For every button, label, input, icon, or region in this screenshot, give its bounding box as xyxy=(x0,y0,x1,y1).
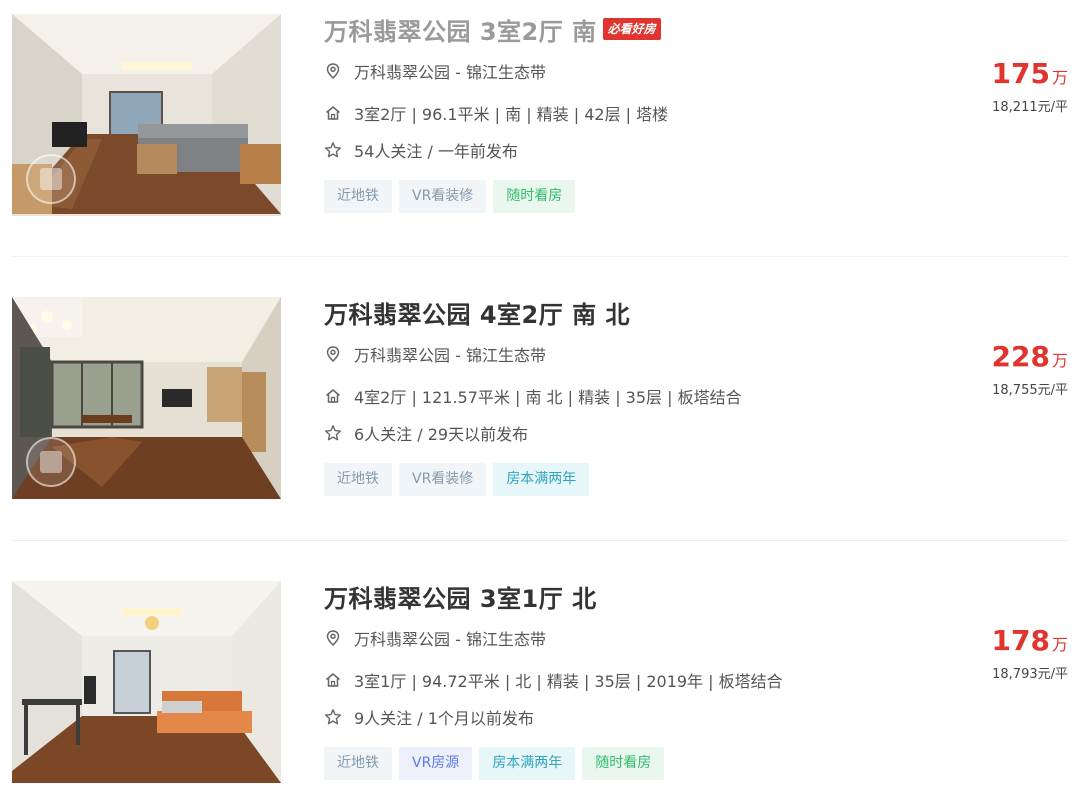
address-link[interactable]: 万科翡翠公园 - 锦江生态带 xyxy=(354,342,546,366)
details-text: 4室2厅 | 121.57平米 | 南 北 | 精装 | 35层 | 板塔结合 xyxy=(354,388,742,407)
unit-price: 18,211元/平 xyxy=(992,100,1068,115)
listing-details: 4室2厅 | 121.57平米 | 南 北 | 精装 | 35层 | 板塔结合 xyxy=(324,384,742,408)
price-unit: 万 xyxy=(1051,351,1068,370)
total-price: 175 xyxy=(991,57,1050,90)
total-price: 228 xyxy=(991,340,1050,373)
house-icon xyxy=(324,387,342,405)
listing-follow-info: 9人关注 / 1个月以前发布 xyxy=(324,705,534,729)
listing-card[interactable]: 万科翡翠公园 3室1厅 北 万科翡翠公园 - 锦江生态带 3室1厅 | 94.7… xyxy=(12,581,1068,783)
price-block: 178 万 18,793元/平 xyxy=(992,624,1068,682)
vr-panorama-icon xyxy=(26,437,76,487)
tag: 近地铁 xyxy=(324,180,392,213)
house-icon xyxy=(324,104,342,122)
details-text: 3室1厅 | 94.72平米 | 北 | 精装 | 35层 | 2019年 | … xyxy=(354,672,783,691)
tag: 随时看房 xyxy=(582,747,665,780)
follow-text: 9人关注 / 1个月以前发布 xyxy=(354,709,534,728)
follow-text: 6人关注 / 29天以前发布 xyxy=(354,425,529,444)
listing-follow-info: 6人关注 / 29天以前发布 xyxy=(324,421,528,445)
location-pin-icon xyxy=(324,62,342,80)
tag: 房本满两年 xyxy=(493,463,590,496)
listing-title[interactable]: 万科翡翠公园 3室2厅 南 xyxy=(324,12,597,47)
listing-title[interactable]: 万科翡翠公园 3室1厅 北 xyxy=(324,579,597,614)
follow-text: 54人关注 / 一年前发布 xyxy=(354,142,518,161)
tag: VR看装修 xyxy=(399,463,487,496)
divider xyxy=(12,540,1068,541)
listing-tags: 近地铁 VR看装修 随时看房 xyxy=(324,180,576,213)
address-link[interactable]: 万科翡翠公园 - 锦江生态带 xyxy=(354,59,546,83)
listing-title-row: 万科翡翠公园 3室2厅 南 必看好房 xyxy=(324,12,661,46)
total-price: 178 xyxy=(991,624,1050,657)
price-unit: 万 xyxy=(1051,635,1068,654)
tag: VR看装修 xyxy=(399,180,487,213)
house-icon xyxy=(324,671,342,689)
unit-price: 18,755元/平 xyxy=(992,383,1068,398)
vr-panorama-icon xyxy=(26,154,76,204)
listing-photo[interactable] xyxy=(12,14,281,216)
listing-address: 万科翡翠公园 - 锦江生态带 xyxy=(324,59,546,83)
listing-photo[interactable] xyxy=(12,581,281,783)
price-block: 228 万 18,755元/平 xyxy=(992,340,1068,398)
listing-card[interactable]: 万科翡翠公园 4室2厅 南 北 万科翡翠公园 - 锦江生态带 4室2厅 | 12… xyxy=(12,297,1068,499)
listing-list: 万科翡翠公园 3室2厅 南 必看好房 万科翡翠公园 - 锦江生态带 3室2厅 |… xyxy=(0,0,1080,809)
tag: 随时看房 xyxy=(493,180,576,213)
listing-title-row: 万科翡翠公园 3室1厅 北 xyxy=(324,579,597,613)
price-block: 175 万 18,211元/平 xyxy=(992,57,1068,115)
listing-card[interactable]: 万科翡翠公园 3室2厅 南 必看好房 万科翡翠公园 - 锦江生态带 3室2厅 |… xyxy=(12,14,1068,216)
location-pin-icon xyxy=(324,345,342,363)
tag: 近地铁 xyxy=(324,463,392,496)
listing-tags: 近地铁 VR房源 房本满两年 随时看房 xyxy=(324,747,665,780)
star-icon xyxy=(324,141,342,159)
featured-badge: 必看好房 xyxy=(602,18,661,40)
location-pin-icon xyxy=(324,629,342,647)
details-text: 3室2厅 | 96.1平米 | 南 | 精装 | 42层 | 塔楼 xyxy=(354,105,669,124)
star-icon xyxy=(324,708,342,726)
tag: 近地铁 xyxy=(324,747,392,780)
listing-details: 3室2厅 | 96.1平米 | 南 | 精装 | 42层 | 塔楼 xyxy=(324,101,668,125)
listing-details: 3室1厅 | 94.72平米 | 北 | 精装 | 35层 | 2019年 | … xyxy=(324,668,783,692)
listing-title[interactable]: 万科翡翠公园 4室2厅 南 北 xyxy=(324,295,630,330)
tag: VR房源 xyxy=(399,747,473,780)
listing-address: 万科翡翠公园 - 锦江生态带 xyxy=(324,626,546,650)
listing-photo[interactable] xyxy=(12,297,281,499)
listing-address: 万科翡翠公园 - 锦江生态带 xyxy=(324,342,546,366)
divider xyxy=(12,256,1068,257)
address-link[interactable]: 万科翡翠公园 - 锦江生态带 xyxy=(354,626,546,650)
tag: 房本满两年 xyxy=(479,747,576,780)
unit-price: 18,793元/平 xyxy=(992,667,1068,682)
price-unit: 万 xyxy=(1051,68,1068,87)
listing-title-row: 万科翡翠公园 4室2厅 南 北 xyxy=(324,295,630,329)
listing-follow-info: 54人关注 / 一年前发布 xyxy=(324,138,518,162)
star-icon xyxy=(324,424,342,442)
listing-tags: 近地铁 VR看装修 房本满两年 xyxy=(324,463,590,496)
